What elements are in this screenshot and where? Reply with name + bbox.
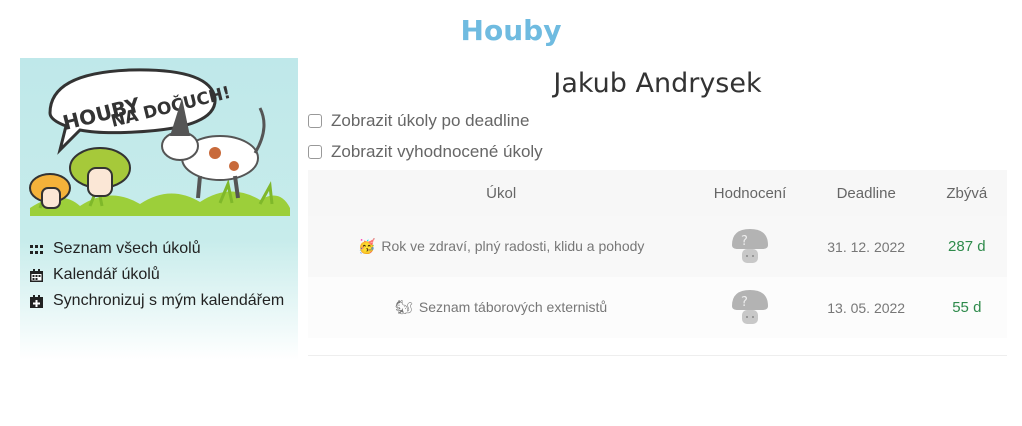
sidebar-menu: Seznam všech úkolů Kalendář úkolů Synchr… [30,236,284,314]
svg-text:?: ? [741,234,748,249]
main-content: Jakub Andrysek Zobrazit úkoly po deadlin… [308,58,1007,338]
sidebar-item-calendar[interactable]: Kalendář úkolů [30,262,284,288]
party-face-icon: 🥳 [357,238,376,254]
column-header-task[interactable]: Úkol [308,170,695,216]
site-title: Houby [460,14,562,47]
table-row[interactable]: 🐿 Seznam táborových externistů ? 13. 05. … [308,277,1007,338]
filter-label: Zobrazit vyhodnocené úkoly [331,141,543,161]
user-name: Jakub Andrysek [553,68,762,99]
task-cell[interactable]: 🥳 Rok ve zdraví, plný radosti, klidu a po… [308,216,695,277]
sidebar-item-sync-calendar[interactable]: Synchronizuj s mým kalendářem [30,288,284,314]
column-header-deadline[interactable]: Deadline [805,170,927,216]
checkbox[interactable] [308,113,322,128]
deadline-cell: 31. 12. 2022 [805,216,927,277]
tasks-table: Úkol Hodnocení Deadline Zbývá 🥳 Rok ve zd… [308,170,1007,338]
column-header-remaining[interactable]: Zbývá [926,170,1007,216]
mushroom-question-icon: ? [732,229,769,263]
task-cell[interactable]: 🐿 Seznam táborových externistů [308,277,695,338]
svg-text:?: ? [741,295,748,310]
table-row[interactable]: 🥳 Rok ve zdraví, plný radosti, klidu a po… [308,216,1007,277]
calendar-icon [30,268,43,282]
column-header-rating[interactable]: Hodnocení [694,170,806,216]
sidebar-item-label: Synchronizuj s mým kalendářem [53,292,285,309]
filter-show-evaluated[interactable]: Zobrazit vyhodnocené úkoly [308,136,1007,167]
sidebar-item-label: Seznam všech úkolů [53,240,201,257]
deadline-cell: 13. 05. 2022 [805,277,927,338]
remaining-cell: 287 d [926,216,1007,277]
remaining-cell: 55 d [926,277,1007,338]
sidebar-item-all-tasks[interactable]: Seznam všech úkolů [30,236,284,262]
rating-cell: ? [694,277,806,338]
grid-icon [30,244,43,254]
squirrel-icon: 🐿 [395,299,413,315]
task-title[interactable]: Rok ve zdraví, plný radosti, klidu a poh… [381,238,644,254]
divider [308,355,1007,356]
sidebar-item-label: Kalendář úkolů [53,266,160,283]
calendar-plus-icon [30,294,43,308]
houby-logo[interactable]: HOUBY NA DOČUCH! [20,58,298,218]
mushroom-question-icon: ? [732,290,769,324]
filter-label: Zobrazit úkoly po deadline [331,110,530,130]
sidebar: HOUBY NA DOČUCH! Seznam všech úkolů Kale… [20,58,298,360]
rating-cell: ? [694,216,806,277]
task-title[interactable]: Seznam táborových externistů [419,299,607,315]
checkbox[interactable] [308,144,322,159]
filter-show-past-deadline[interactable]: Zobrazit úkoly po deadline [308,105,1007,136]
